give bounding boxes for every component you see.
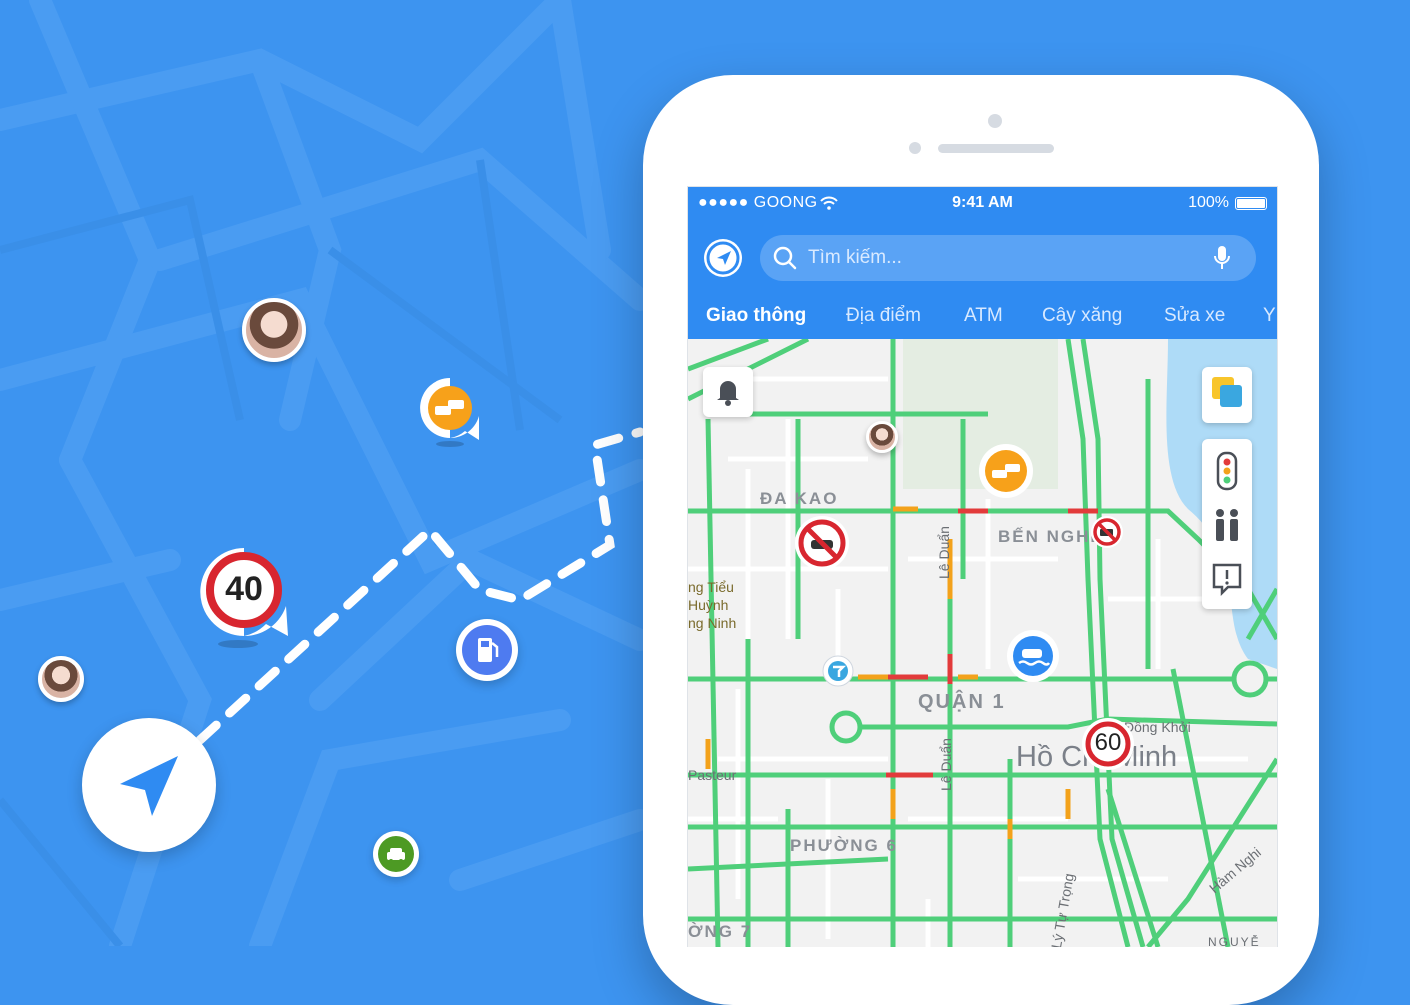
- report-icon[interactable]: [1202, 559, 1252, 599]
- user-avatar[interactable]: [38, 656, 84, 702]
- phone-speaker: [938, 144, 1054, 153]
- area-label-quan-1: QUẬN 1: [918, 691, 1006, 713]
- street-label-pasteur: Pasteur: [688, 767, 737, 783]
- street-label-le-duan: Lê Duẩn: [938, 738, 954, 791]
- phone-sensor: [909, 142, 921, 154]
- search-input[interactable]: Tìm kiếm...: [760, 235, 1256, 281]
- fuel-icon: [478, 638, 499, 662]
- battery-percent: 100%: [1188, 194, 1229, 211]
- area-label-ben-nghe: BẾN NGHÉ: [998, 527, 1104, 546]
- goong-logo-icon[interactable]: [704, 239, 742, 277]
- speed-limit-sign[interactable]: 40: [198, 546, 290, 650]
- street-label-le-duan: Lê Duẩn: [936, 526, 952, 579]
- user-avatar[interactable]: [866, 421, 898, 453]
- navigation-arrow-icon: [120, 756, 178, 816]
- navigation-button[interactable]: [82, 718, 216, 852]
- tab-dia-diem[interactable]: Địa điểm: [846, 305, 921, 327]
- notification-button[interactable]: [703, 367, 753, 417]
- no-truck-icon[interactable]: [1090, 515, 1124, 549]
- speed-limit-sign[interactable]: 60: [1081, 717, 1135, 771]
- notification-bell-icon: [717, 381, 739, 406]
- microphone-icon[interactable]: [1212, 244, 1232, 272]
- search-icon: [773, 246, 797, 270]
- search-placeholder: Tìm kiếm...: [808, 247, 902, 268]
- phone-camera: [988, 114, 1002, 128]
- landmark-label: ng Ninh: [688, 615, 737, 631]
- speed-limit-value: 60: [1094, 729, 1122, 756]
- status-bar: ●●●●● GOONG 9:41 AM 100%: [688, 187, 1277, 219]
- map-roads: [688, 336, 1277, 947]
- traffic-jam-icon[interactable]: [417, 376, 483, 448]
- repair-icon: [387, 848, 405, 863]
- people-icon[interactable]: [1202, 505, 1252, 545]
- user-avatar[interactable]: [242, 298, 306, 362]
- no-car-icon[interactable]: [794, 515, 850, 571]
- battery-icon: [1235, 197, 1267, 210]
- traffic-jam-icon[interactable]: [978, 443, 1034, 501]
- speed-limit-value: 40: [225, 570, 263, 608]
- tab-y[interactable]: Y: [1263, 305, 1276, 327]
- landmark-label: Huỳnh: [688, 597, 729, 613]
- tab-sua-xe[interactable]: Sửa xe: [1164, 305, 1225, 327]
- tab-cay-xang[interactable]: Cây xăng: [1042, 305, 1122, 327]
- map-layers-button[interactable]: [1202, 367, 1252, 423]
- map-layers-icon: [1212, 377, 1242, 407]
- tab-giao-thong[interactable]: Giao thông: [706, 305, 806, 327]
- area-label-da-kao: ĐA KAO: [760, 489, 839, 508]
- landmark-label: ng Tiểu: [688, 579, 734, 595]
- flood-icon[interactable]: [1006, 629, 1060, 683]
- category-tabs: Giao thông Địa điểm ATM Cây xăng Sửa xe …: [688, 299, 1277, 339]
- search-header: Tìm kiếm...: [688, 219, 1277, 299]
- street-label-nguyen: NGUYỄ: [1208, 935, 1261, 947]
- area-label-phuong-7: ỜNG 7: [688, 922, 753, 941]
- area-label-phuong-6: PHƯỜNG 6: [790, 836, 898, 855]
- fuel-station-marker[interactable]: [456, 619, 518, 681]
- app-screen: ●●●●● GOONG 9:41 AM 100% Tìm kiếm... Gia…: [687, 186, 1278, 947]
- map-tools-panel: [1202, 439, 1252, 609]
- repair-marker[interactable]: [373, 831, 419, 877]
- map-view[interactable]: ĐA KAO BẾN NGHÉ QUẬN 1 PHƯỜNG 6 ỜNG 7 Hồ…: [688, 336, 1277, 947]
- repair-icon[interactable]: [822, 655, 854, 687]
- traffic-light-icon[interactable]: [1202, 449, 1252, 493]
- tab-atm[interactable]: ATM: [964, 305, 1003, 327]
